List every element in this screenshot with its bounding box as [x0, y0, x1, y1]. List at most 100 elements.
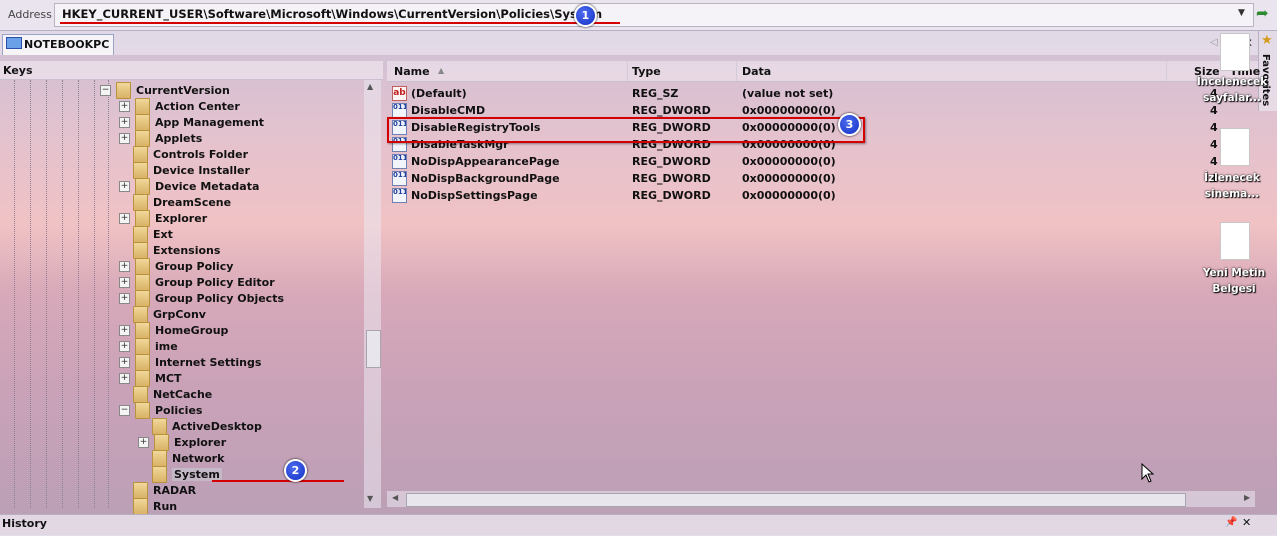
- tree-item-label: Device Installer: [153, 163, 250, 177]
- expand-icon[interactable]: +: [119, 116, 130, 128]
- tree-item[interactable]: GrpConv: [119, 305, 206, 323]
- tree-item[interactable]: Controls Folder: [119, 145, 248, 163]
- scroll-down-icon[interactable]: ▼: [367, 494, 373, 503]
- expand-icon[interactable]: +: [138, 436, 149, 448]
- document-icon[interactable]: [1220, 222, 1250, 260]
- expand-icon[interactable]: +: [119, 276, 130, 288]
- expand-icon[interactable]: +: [119, 324, 130, 336]
- tree-item-label: RADAR: [153, 483, 197, 497]
- column-divider[interactable]: [627, 61, 628, 81]
- folder-icon: [133, 305, 148, 323]
- desktop-icon-label[interactable]: İzlenecek sinema...: [1196, 170, 1268, 202]
- value-row[interactable]: 011 110 NoDispAppearancePage: [392, 153, 559, 170]
- value-row[interactable]: 011 110 NoDispBackgroundPage: [392, 170, 560, 187]
- tree-item[interactable]: + Group Policy Editor: [119, 273, 275, 291]
- expand-icon[interactable]: +: [119, 180, 130, 192]
- tree-item[interactable]: Extensions: [119, 241, 220, 259]
- keys-scrollbar-thumb[interactable]: [366, 330, 381, 368]
- collapse-icon[interactable]: −: [119, 404, 130, 416]
- column-name[interactable]: Name: [394, 65, 430, 78]
- address-label: Address: [8, 8, 52, 21]
- address-path[interactable]: HKEY_CURRENT_USER\Software\Microsoft\Win…: [62, 7, 602, 21]
- tree-item[interactable]: Device Installer: [119, 161, 250, 179]
- expand-icon[interactable]: +: [119, 356, 130, 368]
- document-icon[interactable]: [1220, 33, 1250, 71]
- tree-item-label: GrpConv: [153, 307, 206, 321]
- collapse-icon[interactable]: −: [100, 84, 111, 96]
- scroll-up-icon[interactable]: ▲: [367, 82, 373, 91]
- tree-item-label: NetCache: [153, 387, 213, 401]
- chevron-down-icon[interactable]: ▼: [1238, 8, 1245, 18]
- keys-scrollbar[interactable]: [364, 80, 381, 508]
- pin-icon[interactable]: 📌: [1225, 517, 1237, 528]
- tree-item[interactable]: Network: [138, 449, 224, 467]
- tree-item[interactable]: + HomeGroup: [119, 321, 229, 339]
- desktop-icon-label[interactable]: Yeni Metin Belgesi: [1196, 265, 1272, 297]
- desktop-icon-label[interactable]: İncelenecek sayfalar...: [1196, 74, 1268, 106]
- tree-guide: [14, 80, 15, 508]
- tree-item[interactable]: Ext: [119, 225, 173, 243]
- folder-icon: [135, 321, 150, 339]
- value-size: 4: [1210, 138, 1218, 151]
- expand-icon[interactable]: +: [119, 292, 130, 304]
- tree-item[interactable]: − Policies: [119, 401, 202, 419]
- folder-icon: [135, 97, 150, 115]
- close-icon[interactable]: ✕: [1242, 516, 1251, 529]
- expand-icon[interactable]: +: [119, 212, 130, 224]
- annotation-underline-address: [60, 22, 620, 24]
- value-name: NoDispAppearancePage: [411, 155, 560, 168]
- tree-item[interactable]: + Explorer: [138, 433, 226, 451]
- value-row[interactable]: ab (Default): [392, 85, 467, 102]
- expand-icon[interactable]: +: [119, 260, 130, 272]
- tree-item[interactable]: + Action Center: [119, 97, 240, 115]
- column-type[interactable]: Type: [632, 65, 661, 78]
- tree-item[interactable]: ActiveDesktop: [138, 417, 262, 435]
- tree-item[interactable]: + Explorer: [119, 209, 207, 227]
- scroll-right-icon[interactable]: ▶: [1244, 493, 1250, 502]
- column-divider[interactable]: [736, 61, 737, 81]
- document-icon[interactable]: [1220, 128, 1250, 166]
- tree-item[interactable]: + App Management: [119, 113, 264, 131]
- value-name: NoDispBackgroundPage: [411, 172, 560, 185]
- tree-item-label: Applets: [155, 131, 203, 145]
- tree-item[interactable]: NetCache: [119, 385, 213, 403]
- tree-item-label: HomeGroup: [155, 323, 229, 337]
- expand-icon[interactable]: +: [119, 132, 130, 144]
- column-divider[interactable]: [1166, 61, 1167, 81]
- tree-item-label: CurrentVersion: [136, 83, 230, 97]
- tree-item[interactable]: DreamScene: [119, 193, 231, 211]
- tree-item[interactable]: + MCT: [119, 369, 182, 387]
- scroll-left-icon[interactable]: ◀: [392, 493, 398, 502]
- tree-item[interactable]: + ime: [119, 337, 178, 355]
- star-icon[interactable]: ★: [1261, 33, 1273, 48]
- expand-icon[interactable]: +: [119, 100, 130, 112]
- folder-icon: [133, 193, 148, 211]
- tree-item[interactable]: Run: [119, 497, 177, 515]
- tree-item[interactable]: + Device Metadata: [119, 177, 259, 195]
- folder-icon: [135, 113, 150, 131]
- folder-icon: [154, 433, 169, 451]
- tree-guide: [46, 80, 47, 508]
- values-scrollbar-thumb[interactable]: [406, 493, 1186, 507]
- value-row[interactable]: 011 110 NoDispSettingsPage: [392, 187, 538, 204]
- expand-icon[interactable]: +: [119, 372, 130, 384]
- tree-item[interactable]: − CurrentVersion: [100, 81, 230, 99]
- tree-item[interactable]: + Group Policy: [119, 257, 233, 275]
- go-arrow-icon[interactable]: ➦: [1256, 4, 1274, 24]
- keys-title: Keys: [3, 64, 33, 77]
- tree-item[interactable]: RADAR: [119, 481, 197, 499]
- tree-item[interactable]: System: [138, 465, 222, 483]
- value-type: REG_DWORD: [632, 172, 711, 185]
- tree-item[interactable]: + Applets: [119, 129, 203, 147]
- column-data[interactable]: Data: [742, 65, 771, 78]
- tree-item-label: Internet Settings: [155, 355, 262, 369]
- annotation-badge-3: 3: [838, 113, 861, 136]
- tree-item[interactable]: + Group Policy Objects: [119, 289, 284, 307]
- expand-icon[interactable]: +: [119, 340, 130, 352]
- tree-item[interactable]: + Internet Settings: [119, 353, 262, 371]
- value-data: 0x00000000(0): [742, 172, 836, 185]
